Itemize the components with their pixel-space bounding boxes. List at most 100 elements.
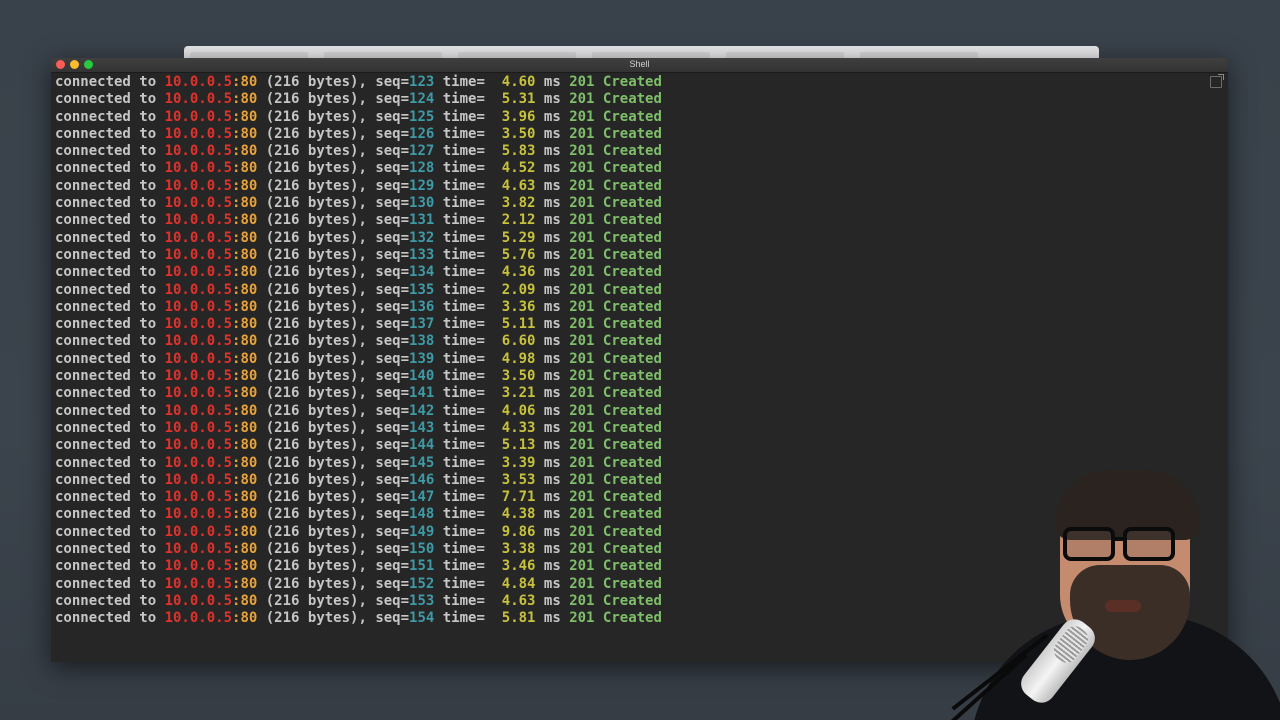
time-value: 5.83 — [501, 143, 536, 160]
status-text: 201 Created — [569, 125, 662, 142]
line-prefix: connected to — [55, 125, 165, 142]
popout-icon[interactable] — [1210, 74, 1224, 88]
line-prefix: connected to — [55, 419, 165, 436]
ip-address: 10.0.0.5 — [164, 74, 233, 90]
time-unit: ms — [535, 575, 570, 592]
glasses-lens-left — [1063, 527, 1115, 561]
time-value: 5.11 — [501, 316, 536, 333]
time-label: time= — [434, 91, 502, 108]
time-unit: ms — [535, 558, 570, 575]
bytes-label: (216 bytes), seq= — [257, 419, 410, 436]
seq-number: 136 — [409, 298, 435, 315]
terminal-line: connected to 10.0.0.5:80 (216 bytes), se… — [55, 541, 662, 558]
status-text: 201 Created — [569, 108, 662, 125]
seq-number: 133 — [409, 246, 435, 263]
port: :80 — [232, 108, 258, 125]
terminal-line: connected to 10.0.0.5:80 (216 bytes), se… — [55, 212, 662, 229]
status-text: 201 Created — [569, 419, 662, 436]
terminal-line: connected to 10.0.0.5:80 (216 bytes), se… — [55, 455, 662, 472]
bytes-label: (216 bytes), seq= — [257, 212, 410, 229]
bytes-label: (216 bytes), seq= — [257, 246, 410, 263]
time-value: 4.06 — [501, 402, 536, 419]
terminal-line: connected to 10.0.0.5:80 (216 bytes), se… — [55, 333, 662, 350]
time-unit: ms — [535, 541, 570, 558]
port: :80 — [232, 298, 258, 315]
time-unit: ms — [535, 212, 570, 229]
port: :80 — [232, 558, 258, 575]
time-label: time= — [434, 350, 502, 367]
status-text: 201 Created — [569, 385, 662, 402]
time-unit: ms — [535, 298, 570, 315]
time-unit: ms — [535, 506, 570, 523]
port: :80 — [232, 212, 258, 229]
time-label: time= — [434, 298, 502, 315]
port: :80 — [232, 350, 258, 367]
seq-number: 124 — [409, 91, 435, 108]
ip-address: 10.0.0.5 — [164, 454, 233, 471]
line-prefix: connected to — [55, 212, 165, 229]
terminal-output[interactable]: connected to 10.0.0.5:80 (216 bytes), se… — [55, 74, 662, 628]
port: :80 — [232, 177, 258, 194]
line-prefix: connected to — [55, 333, 165, 350]
port: :80 — [232, 592, 258, 609]
time-label: time= — [434, 437, 502, 454]
line-prefix: connected to — [55, 506, 165, 523]
bytes-label: (216 bytes), seq= — [257, 368, 410, 385]
port: :80 — [232, 437, 258, 454]
time-label: time= — [434, 229, 502, 246]
ip-address: 10.0.0.5 — [164, 610, 233, 627]
seq-number: 141 — [409, 385, 435, 402]
time-value: 6.60 — [501, 333, 536, 350]
time-label: time= — [434, 575, 502, 592]
time-value: 3.38 — [501, 541, 536, 558]
status-text: 201 Created — [569, 281, 662, 298]
status-text: 201 Created — [569, 592, 662, 609]
time-value: 3.50 — [501, 368, 536, 385]
bytes-label: (216 bytes), seq= — [257, 402, 410, 419]
seq-number: 135 — [409, 281, 435, 298]
line-prefix: connected to — [55, 143, 165, 160]
time-label: time= — [434, 160, 502, 177]
time-label: time= — [434, 402, 502, 419]
bytes-label: (216 bytes), seq= — [257, 541, 410, 558]
terminal-line: connected to 10.0.0.5:80 (216 bytes), se… — [55, 403, 662, 420]
time-value: 4.63 — [501, 177, 536, 194]
time-label: time= — [434, 195, 502, 212]
port: :80 — [232, 195, 258, 212]
terminal-line: connected to 10.0.0.5:80 (216 bytes), se… — [55, 264, 662, 281]
time-value: 3.39 — [501, 454, 536, 471]
time-label: time= — [434, 316, 502, 333]
status-text: 201 Created — [569, 454, 662, 471]
terminal-line: connected to 10.0.0.5:80 (216 bytes), se… — [55, 489, 662, 506]
time-value: 5.29 — [501, 229, 536, 246]
port: :80 — [232, 523, 258, 540]
time-value: 3.36 — [501, 298, 536, 315]
port: :80 — [232, 541, 258, 558]
status-text: 201 Created — [569, 558, 662, 575]
terminal-line: connected to 10.0.0.5:80 (216 bytes), se… — [55, 472, 662, 489]
ip-address: 10.0.0.5 — [164, 160, 233, 177]
time-value: 4.63 — [501, 592, 536, 609]
time-label: time= — [434, 108, 502, 125]
line-prefix: connected to — [55, 575, 165, 592]
seq-number: 132 — [409, 229, 435, 246]
bytes-label: (216 bytes), seq= — [257, 316, 410, 333]
bytes-label: (216 bytes), seq= — [257, 143, 410, 160]
line-prefix: connected to — [55, 195, 165, 212]
status-text: 201 Created — [569, 316, 662, 333]
terminal-titlebar[interactable]: Shell — [51, 58, 1228, 73]
status-text: 201 Created — [569, 437, 662, 454]
terminal-line: connected to 10.0.0.5:80 (216 bytes), se… — [55, 351, 662, 368]
time-label: time= — [434, 471, 502, 488]
terminal-line: connected to 10.0.0.5:80 (216 bytes), se… — [55, 558, 662, 575]
status-text: 201 Created — [569, 229, 662, 246]
line-prefix: connected to — [55, 74, 165, 90]
port: :80 — [232, 402, 258, 419]
time-unit: ms — [535, 125, 570, 142]
time-value: 2.09 — [501, 281, 536, 298]
time-label: time= — [434, 610, 502, 627]
terminal-line: connected to 10.0.0.5:80 (216 bytes), se… — [55, 316, 662, 333]
seq-number: 150 — [409, 541, 435, 558]
bytes-label: (216 bytes), seq= — [257, 506, 410, 523]
terminal-line: connected to 10.0.0.5:80 (216 bytes), se… — [55, 576, 662, 593]
